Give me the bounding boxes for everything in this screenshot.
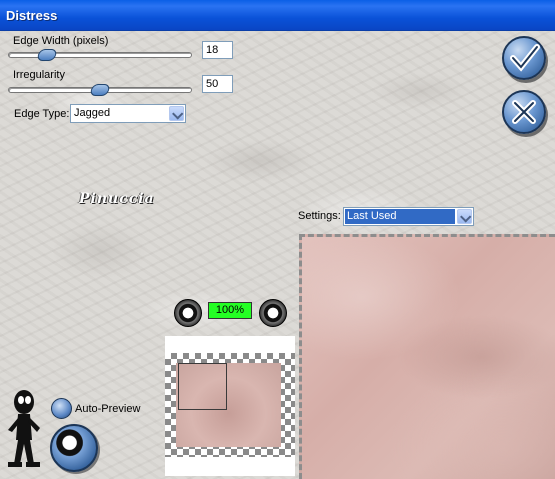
edge-type-label: Edge Type: bbox=[14, 108, 70, 120]
help-figure-icon[interactable] bbox=[4, 388, 44, 470]
edge-type-value: Jagged bbox=[74, 107, 111, 119]
window-title: Distress bbox=[6, 8, 58, 23]
large-preview-image[interactable] bbox=[299, 234, 555, 479]
edge-width-slider-track[interactable] bbox=[8, 52, 192, 58]
auto-preview-toggle[interactable] bbox=[51, 398, 72, 419]
signature-watermark: Pinuccia bbox=[79, 191, 155, 207]
navigator-view-rectangle[interactable] bbox=[178, 363, 227, 410]
settings-select[interactable]: Last Used bbox=[343, 207, 474, 226]
edge-width-label: Edge Width (pixels) bbox=[13, 35, 109, 47]
settings-label: Settings: bbox=[298, 210, 341, 222]
eye-icon[interactable] bbox=[50, 424, 98, 472]
title-bar[interactable]: Distress bbox=[0, 0, 555, 31]
zoom-level-badge: 100% bbox=[208, 302, 252, 319]
chevron-down-icon[interactable] bbox=[169, 106, 184, 121]
irregularity-label: Irregularity bbox=[13, 69, 65, 81]
cancel-x-icon bbox=[512, 100, 536, 124]
edge-width-field[interactable]: 18 bbox=[202, 41, 233, 59]
irregularity-field[interactable]: 50 bbox=[202, 75, 233, 93]
zoom-out-icon[interactable] bbox=[174, 299, 202, 327]
auto-preview-label: Auto-Preview bbox=[75, 403, 141, 415]
ok-checkmark-icon bbox=[510, 44, 540, 72]
zoom-in-icon[interactable] bbox=[259, 299, 287, 327]
settings-value: Last Used bbox=[345, 209, 455, 224]
chevron-down-icon[interactable] bbox=[457, 209, 472, 224]
cancel-button[interactable] bbox=[502, 90, 546, 134]
edge-type-select[interactable]: Jagged bbox=[70, 104, 186, 123]
ok-button[interactable] bbox=[502, 36, 546, 80]
